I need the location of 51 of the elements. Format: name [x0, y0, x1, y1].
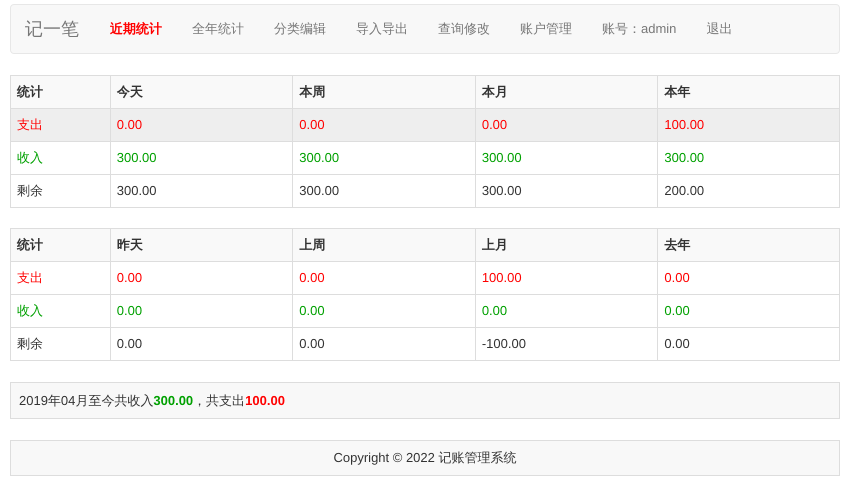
table-cell: 300.00 [475, 174, 658, 208]
nav-link[interactable]: 分类编辑 [259, 19, 341, 39]
table-cell: 0.00 [475, 108, 658, 142]
copyright-text: Copyright © 2022 记账管理系统 [334, 449, 516, 468]
column-header: 统计 [10, 228, 110, 262]
table-cell: 0.00 [658, 328, 840, 360]
nav-link[interactable]: 查询修改 [423, 19, 505, 39]
nav-link[interactable]: 全年统计 [177, 19, 259, 39]
summary-text: 2019年04月至今共收入300.00，共支出 100.00 [19, 392, 285, 410]
nav-link[interactable]: 账户管理 [505, 19, 587, 39]
table-cell: 剩余 [10, 174, 110, 208]
table-cell: 300.00 [292, 142, 476, 174]
table-cell: 300.00 [292, 174, 476, 208]
column-header: 上月 [475, 228, 658, 262]
table-cell: 0.00 [292, 294, 476, 328]
table-cell: 0.00 [658, 262, 840, 294]
table-cell: 100.00 [475, 262, 658, 294]
table-cell: 收入 [10, 294, 110, 328]
table-cell: 收入 [10, 142, 110, 174]
column-header: 去年 [658, 228, 840, 262]
column-header: 统计 [10, 76, 110, 108]
table-cell: 0.00 [292, 262, 476, 294]
nav-link[interactable]: 近期统计 [95, 19, 177, 39]
table-cell: 支出 [10, 262, 110, 294]
table-cell: 300.00 [475, 142, 658, 174]
column-header: 上周 [292, 228, 476, 262]
table-cell: 0.00 [475, 294, 658, 328]
table-cell: 0.00 [110, 262, 293, 294]
nav-link[interactable]: 账号：admin [587, 19, 692, 39]
column-header: 本周 [292, 76, 476, 108]
column-header: 本月 [475, 76, 658, 108]
column-header: 本年 [658, 76, 840, 108]
table-cell: 300.00 [658, 142, 840, 174]
table-cell: 0.00 [110, 294, 293, 328]
table-cell: 0.00 [292, 108, 476, 142]
table-cell: 200.00 [658, 174, 840, 208]
table-cell: 100.00 [658, 108, 840, 142]
nav-link[interactable]: 导入导出 [341, 19, 423, 39]
nav-link[interactable]: 退出 [691, 19, 748, 39]
table-cell: 剩余 [10, 328, 110, 360]
brand-logo[interactable]: 记一笔 [25, 16, 79, 42]
table-cell: 0.00 [110, 108, 293, 142]
column-header: 今天 [110, 76, 293, 108]
column-header: 昨天 [110, 228, 293, 262]
table-cell: 0.00 [292, 328, 476, 360]
table-cell: 0.00 [658, 294, 840, 328]
table-cell: -100.00 [475, 328, 658, 360]
table-cell: 300.00 [110, 174, 293, 208]
table-cell: 300.00 [110, 142, 293, 174]
table-cell: 支出 [10, 108, 110, 142]
table-cell: 0.00 [110, 328, 293, 360]
